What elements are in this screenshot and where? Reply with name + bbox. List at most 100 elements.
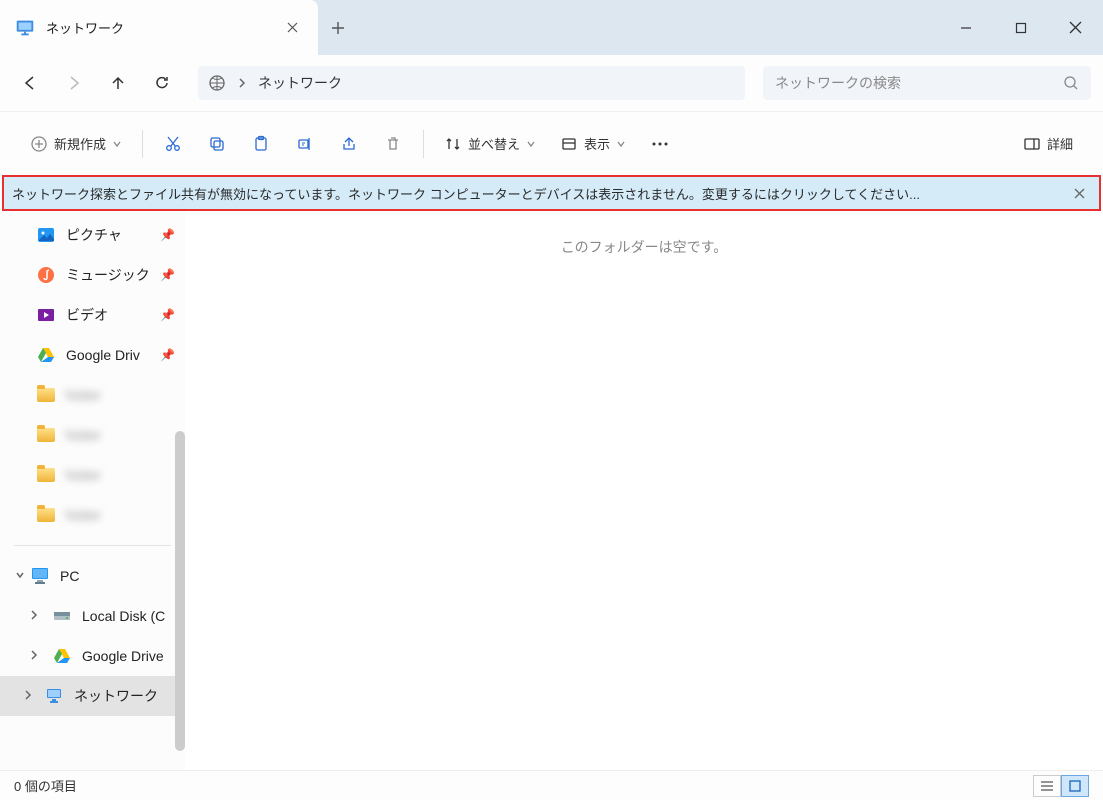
tab-title: ネットワーク — [46, 18, 270, 37]
sidebar-label: ミュージック — [66, 265, 150, 285]
new-label: 新規作成 — [54, 134, 106, 153]
sidebar-label: Google Driv — [66, 347, 140, 363]
title-bar: ネットワーク — [0, 0, 1103, 55]
share-button[interactable] — [329, 126, 369, 162]
pin-icon: 📌 — [160, 308, 175, 322]
sidebar-label: folder — [66, 387, 101, 403]
chevron-right-icon — [28, 648, 40, 664]
back-button[interactable] — [12, 65, 48, 101]
chevron-right-icon — [238, 77, 246, 89]
search-placeholder: ネットワークの検索 — [775, 73, 1053, 93]
sort-label: 並べ替え — [468, 134, 520, 153]
scrollbar-thumb[interactable] — [175, 431, 185, 751]
sidebar-label: Google Drive — [82, 648, 164, 664]
tab-close-button[interactable] — [280, 16, 304, 40]
navigation-bar: ネットワーク ネットワークの検索 — [0, 55, 1103, 112]
more-button[interactable] — [640, 126, 680, 162]
folder-icon — [36, 425, 56, 445]
sidebar-item-local-disk[interactable]: Local Disk (C — [0, 596, 185, 636]
chevron-right-icon — [22, 688, 34, 704]
navigation-pane[interactable]: ピクチャ 📌 ミュージック 📌 ビデオ 📌 Google Driv 📌 fold… — [0, 211, 185, 770]
copy-button[interactable] — [197, 126, 237, 162]
layout-icon — [560, 135, 578, 153]
warning-banner[interactable]: ネットワーク探索とファイル共有が無効になっています。ネットワーク コンピューター… — [2, 175, 1101, 211]
pin-icon: 📌 — [160, 348, 175, 362]
chevron-down-icon — [14, 568, 26, 584]
sidebar-item-music[interactable]: ミュージック 📌 — [0, 255, 185, 295]
gdrive-icon — [36, 345, 56, 365]
sort-button[interactable]: 並べ替え — [434, 126, 546, 162]
pin-icon: 📌 — [160, 228, 175, 242]
window-controls — [938, 0, 1103, 55]
folder-icon — [36, 505, 56, 525]
paste-button[interactable] — [241, 126, 281, 162]
network-icon — [14, 17, 36, 39]
banner-close-button[interactable] — [1067, 181, 1091, 205]
grid-icon — [1068, 780, 1082, 792]
sidebar-label: ネットワーク — [74, 686, 158, 706]
trash-icon — [384, 135, 402, 153]
sidebar-item-gdrive2[interactable]: Google Drive — [0, 636, 185, 676]
cut-button[interactable] — [153, 126, 193, 162]
pictures-icon — [36, 225, 56, 245]
view-mode-toggle — [1033, 775, 1089, 797]
forward-button[interactable] — [56, 65, 92, 101]
maximize-button[interactable] — [993, 0, 1048, 55]
item-count: 0 個の項目 — [14, 776, 77, 795]
sidebar-item-folder[interactable]: folder — [0, 415, 185, 455]
details-view-button[interactable] — [1033, 775, 1061, 797]
minimize-button[interactable] — [938, 0, 993, 55]
sidebar-item-pc[interactable]: PC — [0, 556, 185, 596]
new-button[interactable]: 新規作成 — [20, 126, 132, 162]
tab-active[interactable]: ネットワーク — [0, 0, 318, 55]
copy-icon — [208, 135, 226, 153]
sidebar-label: folder — [66, 427, 101, 443]
search-input[interactable]: ネットワークの検索 — [763, 66, 1091, 100]
details-pane-button[interactable]: 詳細 — [1013, 126, 1083, 162]
sidebar-label: Local Disk (C — [82, 608, 165, 624]
scissors-icon — [164, 135, 182, 153]
sidebar-item-folder[interactable]: folder — [0, 375, 185, 415]
status-bar: 0 個の項目 — [0, 770, 1103, 800]
sidebar-label: folder — [66, 507, 101, 523]
search-icon — [1063, 75, 1079, 91]
icons-view-button[interactable] — [1061, 775, 1089, 797]
pin-icon: 📌 — [160, 268, 175, 282]
content-area: このフォルダーは空です。 — [185, 211, 1103, 770]
sidebar-item-gdrive[interactable]: Google Driv 📌 — [0, 335, 185, 375]
view-button[interactable]: 表示 — [550, 126, 636, 162]
up-button[interactable] — [100, 65, 136, 101]
sidebar-item-network[interactable]: ネットワーク — [0, 676, 185, 716]
music-icon — [36, 265, 56, 285]
rename-button[interactable] — [285, 126, 325, 162]
chevron-down-icon — [616, 139, 626, 149]
folder-icon — [36, 385, 56, 405]
refresh-button[interactable] — [144, 65, 180, 101]
chevron-down-icon — [112, 139, 122, 149]
sidebar-item-folder[interactable]: folder — [0, 495, 185, 535]
new-tab-button[interactable] — [318, 0, 358, 55]
sort-icon — [444, 135, 462, 153]
breadcrumb-text: ネットワーク — [258, 73, 342, 93]
main-area: ピクチャ 📌 ミュージック 📌 ビデオ 📌 Google Driv 📌 fold… — [0, 211, 1103, 770]
details-pane-icon — [1023, 135, 1041, 153]
sidebar-item-folder[interactable]: folder — [0, 455, 185, 495]
delete-button[interactable] — [373, 126, 413, 162]
sidebar-label: folder — [66, 467, 101, 483]
sidebar-item-videos[interactable]: ビデオ 📌 — [0, 295, 185, 335]
disk-icon — [52, 606, 72, 626]
globe-icon — [208, 74, 226, 92]
address-bar[interactable]: ネットワーク — [198, 66, 745, 100]
view-label: 表示 — [584, 134, 610, 153]
sidebar-item-pictures[interactable]: ピクチャ 📌 — [0, 215, 185, 255]
rename-icon — [296, 135, 314, 153]
details-label: 詳細 — [1047, 134, 1073, 153]
network-icon — [44, 686, 64, 706]
list-icon — [1040, 780, 1054, 792]
chevron-down-icon — [526, 139, 536, 149]
gdrive-icon — [52, 646, 72, 666]
videos-icon — [36, 305, 56, 325]
close-button[interactable] — [1048, 0, 1103, 55]
sidebar-label: ビデオ — [66, 305, 108, 325]
chevron-right-icon — [28, 608, 40, 624]
